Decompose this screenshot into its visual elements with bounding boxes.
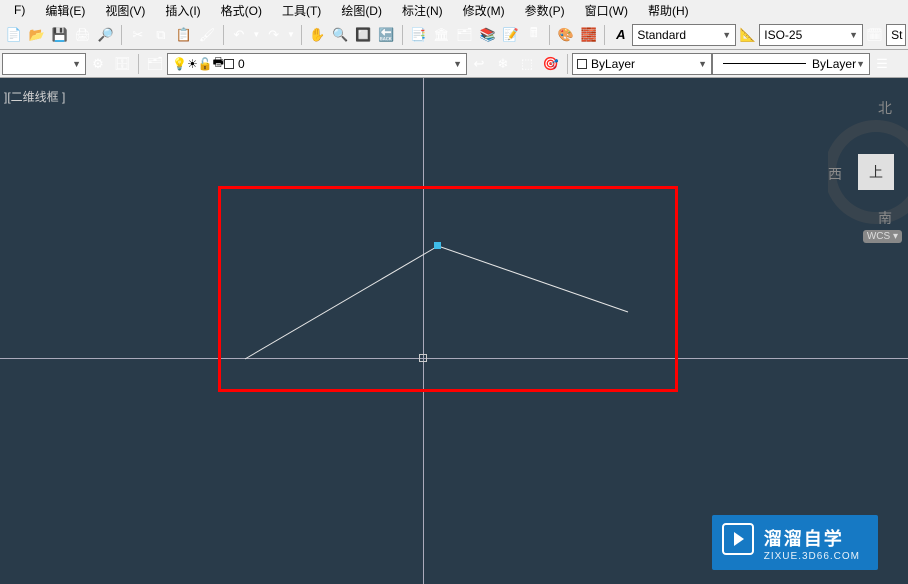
separator [138, 54, 139, 74]
undo-dropdown[interactable]: ▼ [252, 24, 262, 46]
new-button[interactable]: 📄 [3, 24, 24, 46]
lock-icon: 🔓 [198, 57, 213, 71]
separator [301, 25, 302, 45]
navcube-south[interactable]: 南 [878, 208, 892, 228]
linetype-sample [723, 63, 806, 64]
tool-palettes-button[interactable]: 🗂 [454, 24, 475, 46]
menu-insert[interactable]: 插入(I) [155, 2, 210, 19]
print-button[interactable]: 🖨 [72, 24, 93, 46]
navcube-top-face[interactable]: 上 [858, 154, 894, 190]
color-value: ByLayer [591, 57, 635, 71]
layer-iso-button[interactable]: ⬚ [516, 53, 538, 75]
open-button[interactable]: 📂 [26, 24, 47, 46]
separator [402, 25, 403, 45]
linetype-value: ByLayer [812, 57, 856, 71]
sheet-set-button[interactable]: 📚 [477, 24, 498, 46]
menu-window[interactable]: 窗口(W) [575, 2, 638, 19]
table-style-dropdown[interactable]: St [886, 24, 906, 46]
wcs-badge[interactable]: WCS ▾ [863, 230, 902, 243]
navcube-west[interactable]: 西 [828, 164, 842, 184]
separator [223, 25, 224, 45]
separator [549, 25, 550, 45]
play-icon [722, 523, 754, 555]
dim-style-dropdown[interactable]: ISO-25 ▼ [759, 24, 863, 46]
menu-format[interactable]: 格式(O) [211, 2, 272, 19]
menu-modify[interactable]: 修改(M) [453, 2, 515, 19]
layer-match-button[interactable]: 🎯 [540, 53, 562, 75]
redo-dropdown[interactable]: ▼ [286, 24, 296, 46]
watermark-url: ZIXUE.3D66.COM [764, 551, 860, 562]
calc-button[interactable]: 🖩 [523, 24, 544, 46]
block-button[interactable]: 🧱 [578, 24, 599, 46]
dim-style-icon: 📐 [737, 24, 758, 46]
watermark-brand: 溜溜自学 [764, 525, 860, 551]
chevron-down-icon: ▼ [453, 59, 462, 69]
chevron-down-icon: ▼ [72, 59, 81, 69]
lineweight-button[interactable]: ☰ [871, 53, 893, 75]
chevron-down-icon: ▼ [722, 30, 731, 40]
separator [567, 54, 568, 74]
lightbulb-icon: 💡 [172, 57, 187, 71]
text-style-icon: A [610, 24, 631, 46]
chevron-down-icon: ▼ [849, 30, 858, 40]
sun-icon: ☀ [187, 57, 198, 71]
menu-edit[interactable]: 编辑(E) [35, 2, 95, 19]
menu-dimension[interactable]: 标注(N) [392, 2, 453, 19]
layer-previous-button[interactable]: ↩ [468, 53, 490, 75]
annotation-rectangle [218, 186, 678, 392]
menu-parametric[interactable]: 参数(P) [515, 2, 575, 19]
copy-button[interactable]: ⧉ [150, 24, 171, 46]
linetype-dropdown[interactable]: ByLayer ▼ [712, 53, 870, 75]
menu-bar: F) 编辑(E) 视图(V) 插入(I) 格式(O) 工具(T) 绘图(D) 标… [0, 0, 908, 20]
watermark-badge: 溜溜自学 ZIXUE.3D66.COM [712, 515, 878, 570]
cut-button[interactable]: ✂ [127, 24, 148, 46]
separator [604, 25, 605, 45]
table-style-value: St [891, 28, 902, 42]
chevron-down-icon: ▼ [698, 59, 707, 69]
view-cube[interactable]: 北 西 南 上 [828, 98, 908, 228]
toolbar-layers: ▼ ⚙ 🗄 🗂 💡 ☀ 🔓 🖶 0 ▼ ↩ ❄ ⬚ 🎯 ByLayer ▼ By… [0, 50, 908, 78]
match-button[interactable]: 🖌 [196, 24, 217, 46]
pan-button[interactable]: ✋ [307, 24, 328, 46]
navcube-north[interactable]: 北 [878, 98, 892, 118]
text-style-dropdown[interactable]: Standard ▼ [632, 24, 736, 46]
dim-style-value: ISO-25 [764, 28, 802, 42]
zoom-window-button[interactable]: 🔲 [353, 24, 374, 46]
redo-button[interactable]: ↷ [263, 24, 284, 46]
paste-button[interactable]: 📋 [173, 24, 194, 46]
plot-icon: 🖶 [213, 53, 224, 74]
properties-button[interactable]: 📑 [408, 24, 429, 46]
render-button[interactable]: 🎨 [555, 24, 576, 46]
layer-state-button[interactable]: 🗄 [111, 53, 133, 75]
color-dropdown[interactable]: ByLayer ▼ [572, 53, 712, 75]
layer-dropdown[interactable]: 💡 ☀ 🔓 🖶 0 ▼ [167, 53, 467, 75]
group-filter-dropdown[interactable]: ▼ [2, 53, 86, 75]
markup-button[interactable]: 📝 [500, 24, 521, 46]
layer-freeze-button[interactable]: ❄ [492, 53, 514, 75]
layer-color-swatch [224, 59, 234, 69]
drawing-canvas[interactable]: ][二维线框 ] 北 西 南 上 WCS ▾ 溜溜自学 ZIXUE.3D66.C… [0, 78, 908, 584]
layer-name: 0 [238, 57, 245, 71]
table-style-button[interactable]: 🗓 [864, 24, 885, 46]
design-center-button[interactable]: 🏛 [431, 24, 452, 46]
color-swatch [577, 59, 587, 69]
layer-prop-button[interactable]: 🗂 [144, 53, 166, 75]
save-button[interactable]: 💾 [49, 24, 70, 46]
toolbar-standard: 📄 📂 💾 🖨 🔎 ✂ ⧉ 📋 🖌 ↶ ▼ ↷ ▼ ✋ 🔍 🔲 🔙 📑 🏛 🗂 … [0, 20, 908, 50]
menu-file-partial[interactable]: F) [4, 3, 35, 17]
undo-button[interactable]: ↶ [228, 24, 249, 46]
menu-draw[interactable]: 绘图(D) [331, 2, 392, 19]
menu-tools[interactable]: 工具(T) [272, 2, 331, 19]
text-style-value: Standard [637, 28, 686, 42]
zoom-button[interactable]: 🔍 [330, 24, 351, 46]
menu-help[interactable]: 帮助(H) [638, 2, 699, 19]
chevron-down-icon: ▼ [856, 59, 865, 69]
menu-view[interactable]: 视图(V) [95, 2, 155, 19]
gear-button[interactable]: ⚙ [87, 53, 109, 75]
separator [121, 25, 122, 45]
zoom-previous-button[interactable]: 🔙 [376, 24, 397, 46]
plot-preview-button[interactable]: 🔎 [95, 24, 116, 46]
